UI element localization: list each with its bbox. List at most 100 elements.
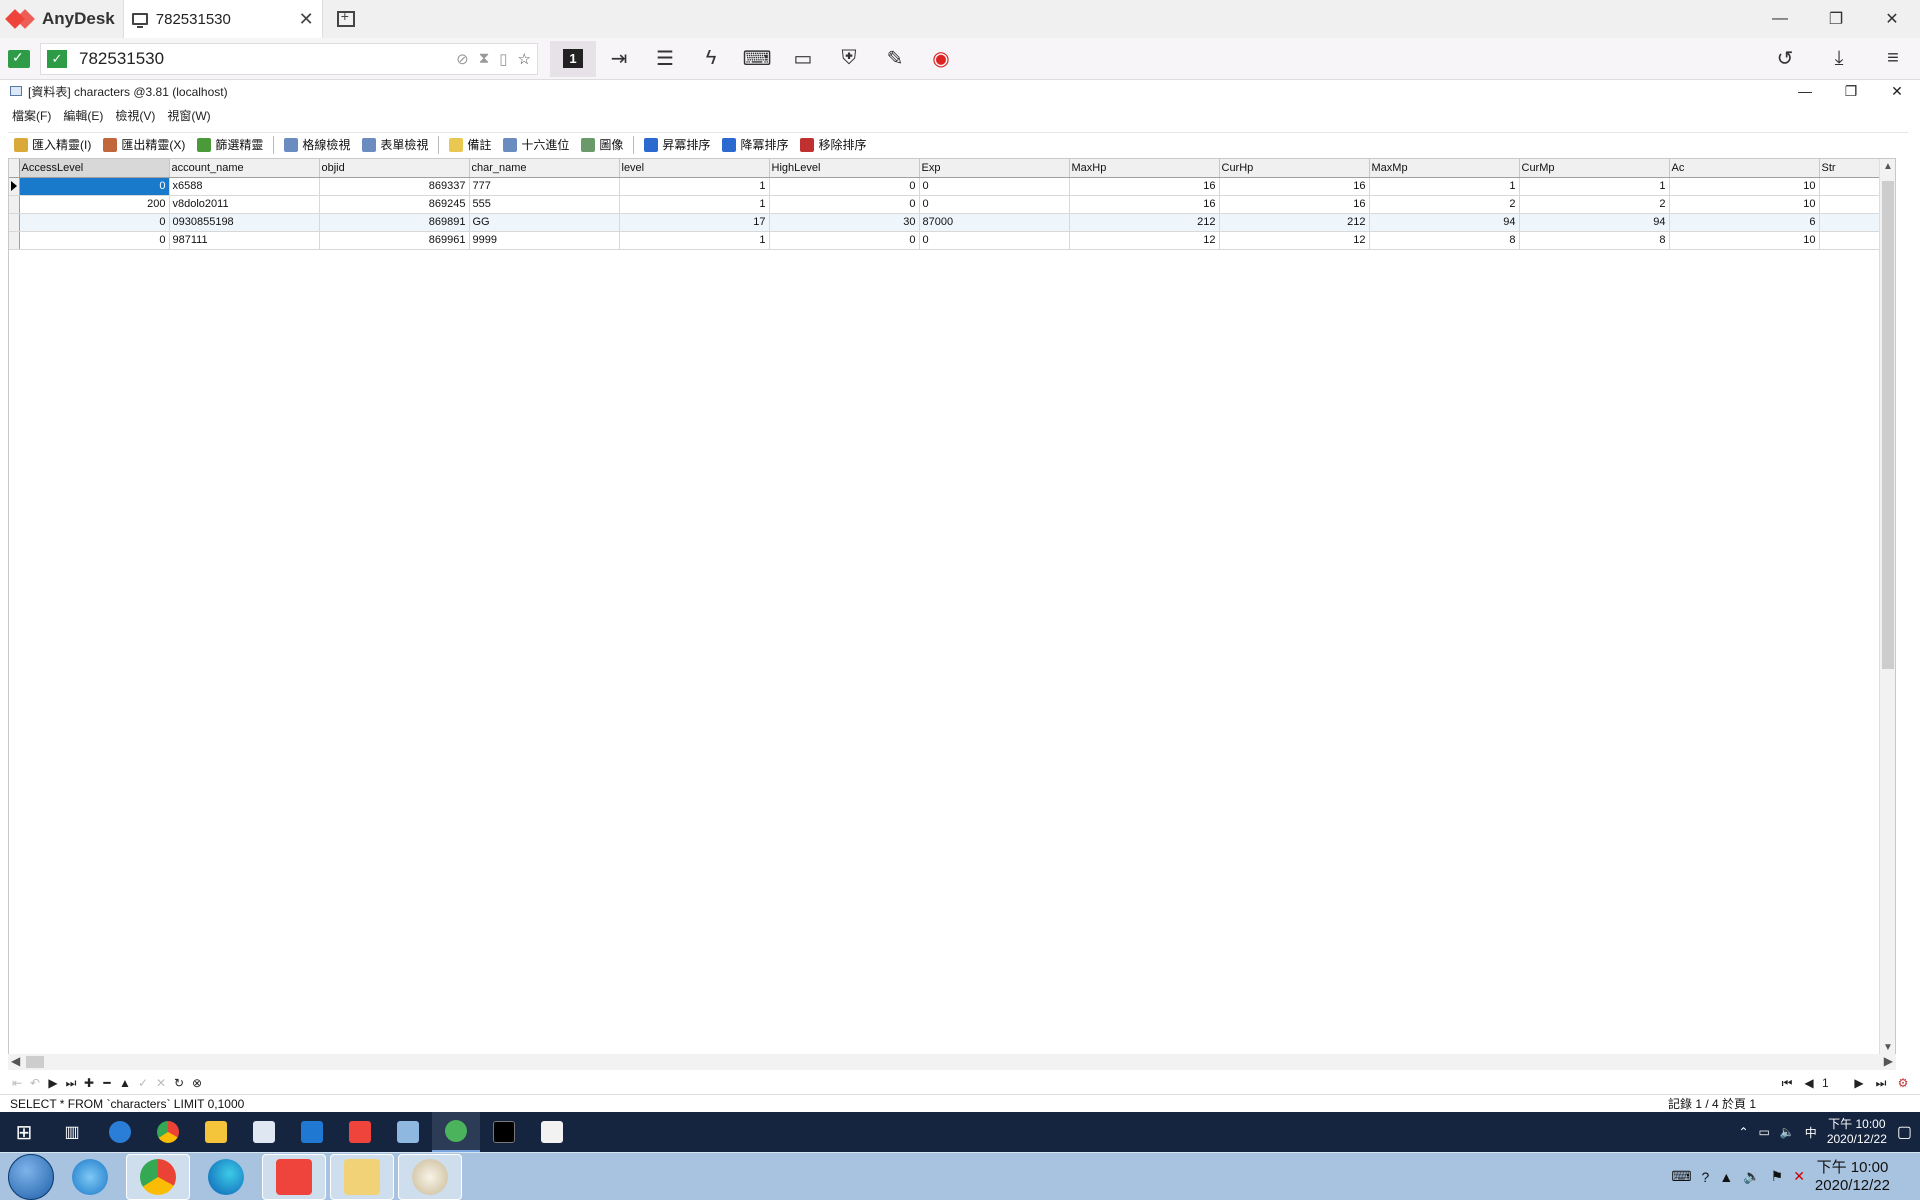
notification-icon[interactable]: ▢ [1897,1122,1912,1142]
remote-file-explorer-icon[interactable] [192,1112,240,1152]
hourglass-icon[interactable]: ⧗ [479,50,490,68]
table-cell[interactable]: 16 [1219,195,1370,214]
delete-record-icon[interactable]: ━ [98,1076,116,1090]
vertical-scrollbar[interactable]: ▲ ▼ [1879,159,1895,1055]
task-view-icon[interactable]: ▥ [48,1112,96,1152]
history-icon[interactable]: ↺ [1758,41,1812,77]
storage-icon[interactable]: ▯ [499,50,507,68]
remove-sort-button[interactable]: 移除排序 [794,134,872,156]
apply-changes-icon[interactable]: ✓ [134,1076,152,1090]
local-anydesk-icon[interactable] [262,1153,326,1200]
scroll-right-icon[interactable]: ▶ [1884,1054,1893,1068]
table-row[interactable]: 200 v8dolo2011 869245 555 1 0 0 16 16 2 … [9,195,1890,214]
menu-edit[interactable]: 編輯(E) [63,107,103,124]
remote-java-icon[interactable] [528,1112,576,1152]
page-settings-icon[interactable]: ⚙ [1894,1076,1912,1090]
table-cell[interactable]: 777 [469,177,620,196]
table-cell[interactable]: 0 [19,213,170,232]
column-header[interactable]: HighLevel [769,159,920,178]
table-row[interactable]: 0 987111 869961 9999 1 0 0 12 12 8 8 10 [9,231,1890,250]
network-icon[interactable]: ▭ [1759,1125,1770,1139]
column-header[interactable]: Exp [919,159,1070,178]
remote-store-icon[interactable] [240,1112,288,1152]
table-cell[interactable]: 1 [1369,177,1520,196]
whiteboard-pen-icon[interactable]: ✎ [872,41,918,77]
tray-up-arrow-icon[interactable]: ▲ [1719,1169,1733,1185]
table-cell[interactable]: 17 [619,213,770,232]
table-cell[interactable]: 10 [1669,177,1820,196]
form-view-button[interactable]: 表單檢視 [356,134,434,156]
table-cell[interactable]: 869245 [319,195,470,214]
refresh-icon[interactable]: ↻ [170,1076,188,1090]
table-cell[interactable]: 6 [1669,213,1820,232]
actions-lightning-icon[interactable]: ϟ [688,41,734,77]
scroll-down-icon[interactable]: ▼ [1883,1042,1893,1053]
new-tab-icon[interactable] [336,8,355,27]
next-record-icon[interactable]: ▶ [44,1076,62,1090]
table-cell[interactable]: 1 [619,177,770,196]
filter-wizard-button[interactable]: 篩選精靈 [191,134,269,156]
table-cell[interactable]: 200 [19,195,170,214]
help-tray-icon[interactable]: ? [1702,1169,1710,1185]
remote-notepad-icon[interactable] [384,1112,432,1152]
table-row[interactable]: 0 0930855198 869891 GG 17 30 87000 212 2… [9,213,1890,232]
display-icon[interactable]: ▭ [780,41,826,77]
table-cell[interactable]: GG [469,213,620,232]
table-cell[interactable]: 30 [769,213,920,232]
table-close-button[interactable]: ✕ [1874,83,1920,100]
table-cell[interactable]: 16 [1219,177,1370,196]
remote-navicat-icon[interactable] [432,1112,480,1152]
table-cell[interactable]: 1 [619,195,770,214]
table-cell[interactable]: 212 [1069,213,1220,232]
stop-icon[interactable]: ⊗ [188,1076,206,1090]
chat-icon[interactable]: ☰ [642,41,688,77]
local-ie-icon[interactable] [58,1154,122,1200]
column-header[interactable]: CurMp [1519,159,1670,178]
remote-start-button[interactable]: ⊞ [0,1112,48,1152]
import-wizard-button[interactable]: 匯入精靈(I) [8,134,97,156]
table-cell[interactable]: 2 [1369,195,1520,214]
table-cell[interactable]: 987111 [169,231,320,250]
remote-edge-legacy-icon[interactable] [96,1112,144,1152]
sort-ascending-button[interactable]: 昇冪排序 [638,134,716,156]
scroll-up-icon[interactable]: ▲ [1883,161,1893,172]
table-cell[interactable]: 12 [1069,231,1220,250]
next-page-icon[interactable]: ▶ [1850,1076,1868,1090]
table-cell[interactable]: 869337 [319,177,470,196]
row-indicator[interactable] [9,231,20,250]
column-header[interactable]: AccessLevel [19,159,170,178]
table-cell[interactable]: v8dolo2011 [169,195,320,214]
table-cell[interactable]: 2 [1519,195,1670,214]
table-cell[interactable]: 16 [1069,177,1220,196]
table-cell[interactable]: 0 [769,231,920,250]
column-header[interactable]: CurHp [1219,159,1370,178]
remote-terminal-icon[interactable] [480,1112,528,1152]
record-icon[interactable]: ◉ [918,41,964,77]
prev-page-icon[interactable]: ◀ [1800,1076,1818,1090]
table-cell[interactable]: 0 [19,231,170,250]
remote-chrome-icon[interactable] [144,1112,192,1152]
ime-indicator[interactable]: 中 [1805,1124,1817,1141]
table-cell[interactable]: 0 [19,177,170,196]
table-cell[interactable]: x6588 [169,177,320,196]
volume-icon[interactable]: 🔈 [1780,1125,1795,1139]
row-indicator[interactable] [9,195,20,214]
column-header[interactable]: char_name [469,159,620,178]
menu-file[interactable]: 檔案(F) [12,107,51,124]
table-cell[interactable]: 8 [1519,231,1670,250]
table-cell[interactable]: 212 [1219,213,1370,232]
table-cell[interactable]: 869891 [319,213,470,232]
table-cell[interactable]: 94 [1369,213,1520,232]
table-cell[interactable]: 16 [1069,195,1220,214]
grid-view-button[interactable]: 格線檢視 [278,134,356,156]
menu-hamburger-icon[interactable]: ≡ [1866,41,1920,77]
table-cell[interactable]: 8 [1369,231,1520,250]
add-record-icon[interactable]: ✚ [80,1076,98,1090]
export-wizard-button[interactable]: 匯出精靈(X) [97,134,191,156]
menu-view[interactable]: 檢視(V) [115,107,155,124]
table-cell[interactable]: 10 [1669,195,1820,214]
hex-button[interactable]: 十六進位 [497,134,575,156]
local-explorer-icon[interactable] [330,1153,394,1200]
table-cell[interactable]: 0 [769,177,920,196]
remote-clock[interactable]: 下午 10:00 2020/12/22 [1827,1117,1887,1147]
